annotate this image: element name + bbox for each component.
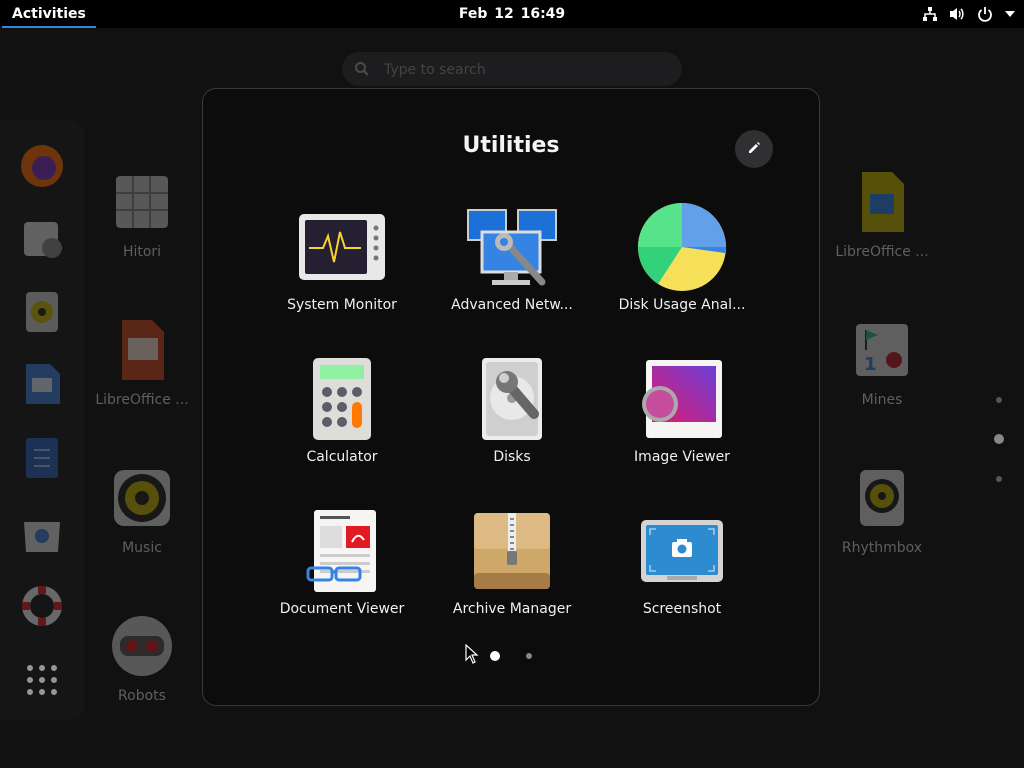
disks-icon: [464, 351, 560, 447]
power-icon[interactable]: [977, 6, 993, 22]
folder-title[interactable]: Utilities: [203, 133, 819, 158]
activities-label: Activities: [12, 6, 86, 22]
folder-page-indicator: [203, 649, 819, 663]
app-screenshot[interactable]: Screenshot: [597, 503, 767, 619]
app-label: LibreOffice ...: [835, 244, 929, 260]
image-viewer-icon: [634, 351, 730, 447]
folder-page-dot[interactable]: [526, 653, 532, 659]
overview-page-dot[interactable]: [996, 476, 1002, 482]
overview-page-dot[interactable]: [996, 397, 1002, 403]
top-bar: Activities Feb 12 16:49: [0, 0, 1024, 28]
text-editor-icon[interactable]: [18, 434, 66, 482]
app-label: Image Viewer: [634, 449, 730, 465]
overview-page-dot-active[interactable]: [994, 434, 1004, 444]
app-label: Hitori: [122, 244, 162, 260]
system-tray[interactable]: [922, 0, 1016, 28]
volume-icon[interactable]: [949, 6, 966, 22]
activities-indicator: [2, 26, 96, 28]
rhythmbox-icon: [850, 466, 914, 530]
app-label: Disks: [493, 449, 531, 465]
system-monitor-icon: [294, 199, 390, 295]
overview-page-indicator: [990, 390, 1008, 494]
svg-text:1: 1: [864, 354, 877, 375]
calculator-icon: [294, 351, 390, 447]
app-label: System Monitor: [287, 297, 397, 313]
activities-button[interactable]: Activities: [0, 0, 98, 28]
app-image-viewer[interactable]: Image Viewer: [597, 351, 767, 467]
firefox-icon[interactable]: [18, 142, 66, 190]
network-icon[interactable]: [922, 6, 938, 22]
app-label: Disk Usage Anal...: [618, 297, 746, 313]
show-applications-icon[interactable]: [18, 656, 66, 704]
menu-arrow-icon[interactable]: [1004, 10, 1016, 18]
search-bar[interactable]: [342, 52, 682, 88]
archive-manager-icon: [464, 503, 560, 599]
app-label: Music: [122, 540, 162, 556]
mouse-pointer-icon: [465, 643, 479, 668]
app-robots[interactable]: Robots: [82, 614, 202, 704]
app-document-viewer[interactable]: Document Viewer: [257, 503, 427, 619]
clocks-icon[interactable]: [18, 214, 66, 262]
app-advanced-network[interactable]: Advanced Netw...: [427, 199, 597, 315]
app-label: Rhythmbox: [841, 540, 923, 556]
app-libreoffice-draw[interactable]: LibreOffice ...: [822, 170, 942, 260]
app-label: Archive Manager: [452, 601, 572, 617]
app-label: Calculator: [306, 449, 378, 465]
app-music[interactable]: Music: [82, 466, 202, 556]
app-label: Advanced Netw...: [451, 297, 573, 313]
folder-page-dot-active[interactable]: [490, 651, 500, 661]
edit-folder-button[interactable]: [735, 130, 773, 168]
app-mines[interactable]: 1 Mines: [822, 318, 942, 408]
app-system-monitor[interactable]: System Monitor: [257, 199, 427, 315]
app-label: Screenshot: [642, 601, 722, 617]
app-archive-manager[interactable]: Archive Manager: [427, 503, 597, 619]
clock[interactable]: Feb 12 16:49: [0, 0, 1024, 28]
music-icon: [110, 466, 174, 530]
software-icon[interactable]: [18, 508, 66, 556]
network-connections-icon: [464, 199, 560, 295]
app-hitori[interactable]: Hitori: [82, 170, 202, 260]
disk-usage-pie-icon: [634, 199, 730, 295]
search-icon: [354, 61, 370, 81]
app-disks[interactable]: Disks: [427, 351, 597, 467]
robots-icon: [110, 614, 174, 678]
app-label: LibreOffice ...: [95, 392, 189, 408]
dash: [0, 120, 84, 720]
app-calculator[interactable]: Calculator: [257, 351, 427, 467]
search-input[interactable]: [382, 52, 666, 88]
document-viewer-icon: [294, 503, 390, 599]
libreoffice-draw-icon: [850, 170, 914, 234]
utilities-folder-dialog: Utilities System Monitor Advanced Netw..…: [202, 88, 820, 706]
hitori-icon: [110, 170, 174, 234]
app-libreoffice-impress[interactable]: LibreOffice ...: [82, 318, 202, 408]
pencil-icon: [747, 140, 761, 159]
screenshot-icon: [634, 503, 730, 599]
mines-icon: 1: [850, 318, 914, 382]
app-rhythmbox[interactable]: Rhythmbox: [822, 466, 942, 556]
app-label: Robots: [118, 688, 166, 704]
libreoffice-writer-icon[interactable]: [18, 360, 66, 408]
help-icon[interactable]: [18, 582, 66, 630]
rhythmbox-icon[interactable]: [18, 288, 66, 336]
libreoffice-impress-icon: [110, 318, 174, 382]
app-label: Document Viewer: [279, 601, 405, 617]
app-disk-usage-analyzer[interactable]: Disk Usage Anal...: [597, 199, 767, 315]
app-label: Mines: [861, 392, 903, 408]
